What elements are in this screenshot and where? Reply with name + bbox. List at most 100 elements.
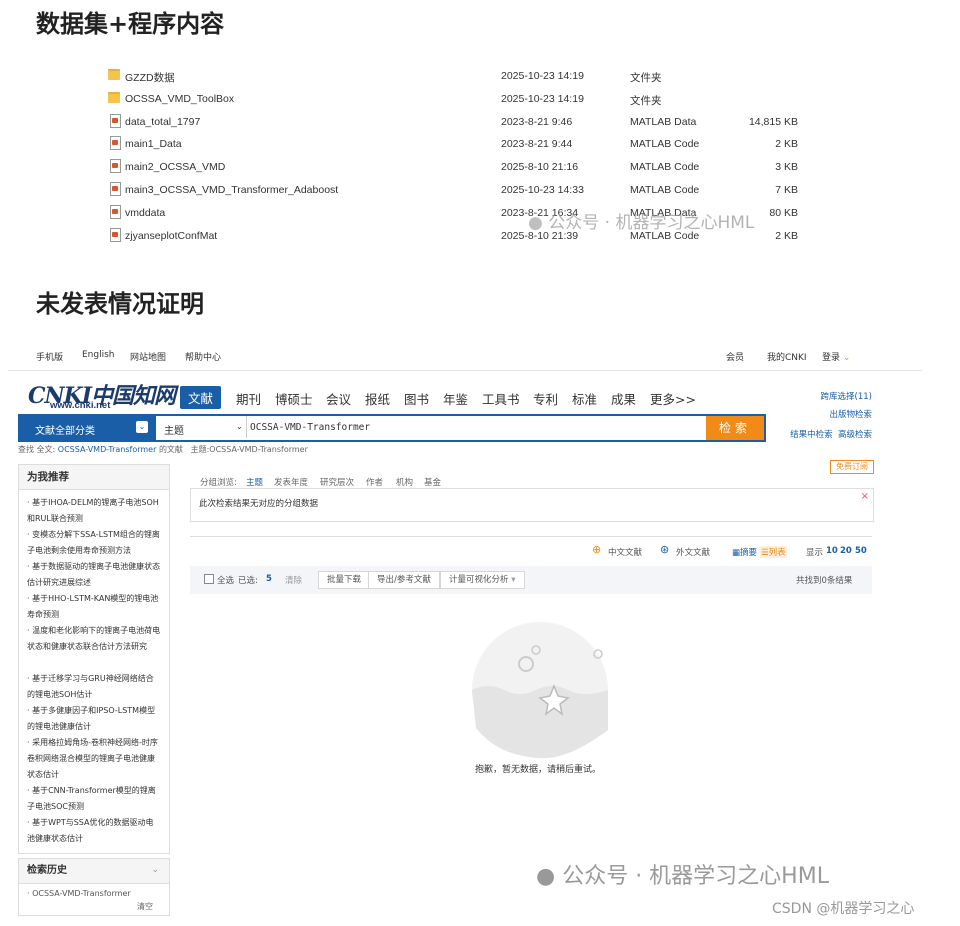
group-tab[interactable]: 作者 [366,476,383,488]
close-icon[interactable]: × [861,491,869,502]
matlab-file-icon [110,159,121,174]
crumb-query[interactable]: OCSSA-VMD-Transformer [58,445,157,454]
nav-tab[interactable]: 成果 [611,389,636,408]
cross-db-link[interactable]: 跨库选择(11) [821,390,872,402]
file-row[interactable]: main2_OCSSA_VMD 2025-8-10 21:16 MATLAB Cod… [108,157,808,179]
recommend-item[interactable]: · 基于IHOA-DELM的锂离子电池SOH和RUL联合预测 [27,495,161,527]
file-row[interactable]: main3_OCSSA_VMD_Transformer_Adaboost 2025… [108,180,808,202]
cnki-logo[interactable]: CNKI中国知网 www.cnki.net [28,378,176,412]
page-size-10[interactable]: 10 [826,546,838,556]
abstract-view-toggle[interactable]: ▦摘要 [732,546,757,558]
file-type: MATLAB Code [630,138,700,151]
field-select[interactable]: 主题 ⌄ [160,416,247,438]
advanced-search-link[interactable]: 高级检索 [838,430,872,440]
history-item[interactable]: · OCSSA-VMD-Transformer [27,889,131,898]
recommend-item[interactable]: · 基于数据驱动的锂离子电池健康状态估计研究进展综述 [27,559,161,591]
logo-url: www.cnki.net [50,400,111,411]
group-tab[interactable]: 基金 [424,476,441,488]
english-link[interactable]: English [82,350,115,360]
category-select[interactable]: 文献全部分类 ⌄ [20,416,156,440]
recommend-item[interactable]: · 基于HHO-LSTM-KAN模型的锂电池寿命预测 [27,591,161,623]
nav-tab[interactable]: 期刊 [236,389,261,408]
recommend-item[interactable]: · 温度和老化影响下的锂离子电池荷电状态和健康状态联合估计方法研究 [27,623,161,655]
nav-tab[interactable]: 博硕士 [275,389,313,408]
search-button[interactable]: 检索 [706,416,764,440]
group-msg: 此次检索结果无对应的分组数据 [199,499,319,509]
recommend-item[interactable]: · 基于迁移学习与GRU神经网络结合的锂电池SOH估计 [27,671,161,703]
export-button[interactable]: 导出/参考文献 [368,571,440,589]
csdn-watermark: CSDN @机器学习之心 [772,901,915,917]
nav-tab[interactable]: 文献 [180,386,222,409]
recommend-item[interactable]: · 变模态分解下SSA-LSTM组合的锂离子电池剩余使用寿命预测方法 [27,527,161,559]
file-type: MATLAB Code [630,161,700,174]
publication-search-link[interactable]: 出版物检索 [829,408,872,420]
result-toolbar: 全选 已选: 5 清除 批量下载 导出/参考文献 计量可视化分析 ▾ 共找到0条… [190,566,872,594]
chinese-lit-link[interactable]: 中文文献 [608,546,642,558]
group-tab[interactable]: 发表年度 [274,476,308,488]
login-link[interactable]: 登录 ⌄ [822,350,850,363]
matlab-file-icon [110,113,121,128]
file-row[interactable]: GZZD数据 2025-10-23 14:19 文件夹 [108,66,808,88]
page-size-50[interactable]: 50 [855,546,867,556]
select-all-label: 全选 [217,576,235,586]
foreign-lit-link[interactable]: 外文文献 [676,546,710,558]
file-row[interactable]: main1_Data 2023-8-21 9:44 MATLAB Code 2 KB [108,134,808,156]
group-tab[interactable]: 机构 [396,476,413,488]
file-name: data_total_1797 [125,115,201,128]
group-tab[interactable]: 研究层次 [320,476,354,488]
history-clear-link[interactable]: 清空 [137,901,153,912]
recommend-item[interactable]: · 基于多健康因子和IPSO-LSTM模型的锂电池健康估计 [27,703,161,735]
file-date: 2025-10-23 14:19 [501,92,584,105]
chevron-down-icon: ⌄ [842,353,851,363]
visualize-button[interactable]: 计量可视化分析 ▾ [440,571,525,589]
mobile-link[interactable]: 手机版 [36,350,63,363]
my-cnki-link[interactable]: 我的CNKI [767,350,807,363]
matlab-file-icon [110,182,121,196]
file-type: 文件夹 [630,72,662,84]
nav-tab[interactable]: 年鉴 [443,389,468,408]
file-name: vmddata [125,206,166,219]
chevron-down-icon[interactable]: ⌄ [151,865,159,875]
nav-tab[interactable]: 标准 [572,389,597,408]
nav-tab[interactable]: 报纸 [365,389,390,408]
help-link[interactable]: 帮助中心 [185,350,221,363]
file-name: main3_OCSSA_VMD_Transformer_Adaboost [125,184,339,196]
file-name: zjyanseplotConfMat [125,229,218,242]
selected-label: 已选: [238,576,258,586]
select-all-checkbox[interactable] [204,574,214,584]
recommend-item[interactable]: · 基于CNN-Transformer模型的锂离子电池SOC预测 [27,783,161,815]
wechat-icon: ● [528,213,543,233]
chevron-down-icon: ⌄ [236,422,243,431]
clear-selection-link[interactable]: 清除 [285,574,302,586]
file-type: MATLAB Data [630,115,697,128]
matlab-file-icon [110,227,121,242]
nav-tab[interactable]: 更多>> [650,389,696,408]
section-title-proof: 未发表情况证明 [36,290,204,318]
history-panel: 检索历史 ⌄ · OCSSA-VMD-Transformer 清空 [18,858,170,916]
recommend-item[interactable]: · 采用格拉姆角场-卷积神经网络-时序卷积网络混合模型的锂离子电池健康状态估计 [27,735,161,783]
matlab-file-icon [110,204,121,219]
nav-tab[interactable]: 专利 [533,389,558,408]
sitemap-link[interactable]: 网站地图 [130,350,166,363]
file-row[interactable]: OCSSA_VMD_ToolBox 2025-10-23 14:19 文件夹 [108,89,808,111]
member-link[interactable]: 会员 [726,350,744,363]
list-view-toggle[interactable]: ☰列表 [760,546,787,558]
batch-download-button[interactable]: 批量下载 [318,571,371,589]
free-subscribe-button[interactable]: 免费订阅 [830,460,874,474]
file-row[interactable]: data_total_1797 2023-8-21 9:46 MATLAB Data… [108,112,808,134]
search-in-results-link[interactable]: 结果中检索 [790,430,833,440]
search-input[interactable]: OCSSA-VMD-Transformer [250,422,370,433]
recommend-item[interactable]: · 基于WPT与SSA优化的数据驱动电池健康状态估计 [27,815,161,847]
file-date: 2025-8-10 21:16 [501,161,579,174]
nav-tab[interactable]: 图书 [404,389,429,408]
file-name: main2_OCSSA_VMD [125,161,226,174]
language-bar: ⊕ 中文文献 ⊛ 外文文献 ▦摘要 ☰列表 显示 10 20 50 [190,536,872,565]
page-size-20[interactable]: 20 [840,546,852,556]
file-name: GZZD数据 [125,72,175,84]
nav-tab[interactable]: 工具书 [482,389,520,408]
nav-tab[interactable]: 会议 [326,389,351,408]
file-size: 3 KB [775,161,798,174]
file-date: 2023-8-21 9:44 [501,138,573,151]
chinese-lit-icon: ⊕ [592,543,602,556]
file-date: 2023-8-21 9:46 [501,115,573,128]
